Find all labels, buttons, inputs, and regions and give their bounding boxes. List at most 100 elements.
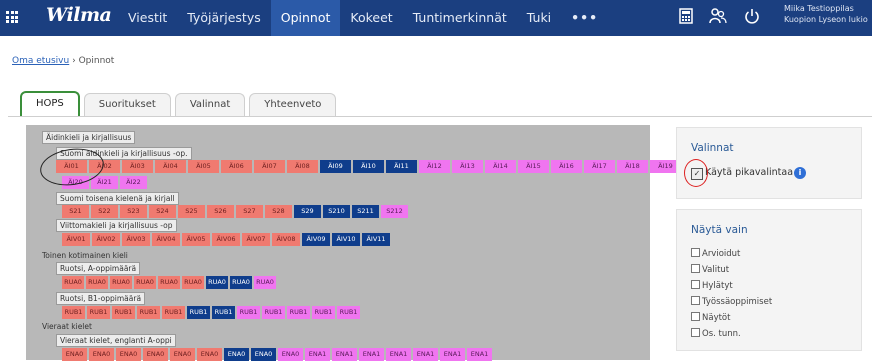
course-cell[interactable]: S21 [62,205,89,218]
course-cell[interactable]: ÄI06 [221,160,252,173]
course-cell[interactable]: RUB1 [187,306,210,319]
filter-checkbox[interactable] [691,312,700,321]
course-cell[interactable]: ÄI22 [120,176,147,189]
course-cell[interactable]: RUB1 [162,306,185,319]
course-cell[interactable]: RUB1 [87,306,110,319]
course-cell[interactable]: S211 [352,205,379,218]
course-cell[interactable]: ÄI14 [485,160,516,173]
nav-item-1[interactable]: Työjärjestys [177,0,271,36]
course-cell[interactable]: ÄI05 [188,160,219,173]
course-cell[interactable]: ÄI03 [122,160,153,173]
course-cell[interactable]: ÄIV11 [362,233,390,246]
course-cell[interactable]: S28 [265,205,292,218]
course-cell[interactable]: ÄI09 [320,160,351,173]
course-cell[interactable]: RUB1 [262,306,285,319]
course-cell[interactable]: ENA0 [170,348,195,361]
course-cell[interactable]: RUA0 [230,276,252,289]
app-grid-icon[interactable] [6,11,18,23]
nav-item-4[interactable]: Tuntimerkinnät [403,0,517,36]
course-cell[interactable]: ÄI15 [518,160,549,173]
course-cell[interactable]: ENA0 [251,348,276,361]
course-cell[interactable]: RUB1 [287,306,310,319]
course-cell[interactable]: RUA0 [182,276,204,289]
info-icon[interactable]: i [794,167,806,179]
course-cell[interactable]: S29 [294,205,321,218]
filter-option[interactable]: Valitut [691,264,729,275]
tab-0[interactable]: HOPS [20,91,80,117]
course-cell[interactable]: RUB1 [137,306,160,319]
course-cell[interactable]: ENA0 [197,348,222,361]
power-icon[interactable] [742,8,762,28]
course-cell[interactable]: RUA0 [110,276,132,289]
user-info[interactable]: Miika Testioppilas Kuopion Lyseon lukio [784,3,868,25]
filter-checkbox[interactable] [691,264,700,273]
tab-3[interactable]: Yhteenveto [249,93,337,116]
people-icon[interactable] [708,8,728,28]
course-cell[interactable]: ÄI11 [386,160,417,173]
course-cell[interactable]: ENA1 [440,348,465,361]
filter-option[interactable]: Os. tunn. [691,328,741,339]
course-cell[interactable]: S210 [323,205,350,218]
course-cell[interactable]: ÄIV08 [272,233,300,246]
filter-checkbox[interactable] [691,280,700,289]
course-cell[interactable]: RUB1 [312,306,335,319]
course-cell[interactable]: S25 [178,205,205,218]
course-cell[interactable]: ÄI18 [617,160,648,173]
course-cell[interactable]: S24 [149,205,176,218]
course-cell[interactable]: RUB1 [212,306,235,319]
course-cell[interactable]: S23 [120,205,147,218]
course-cell[interactable]: S22 [91,205,118,218]
course-cell[interactable]: S27 [236,205,263,218]
course-cell[interactable]: RUB1 [237,306,260,319]
course-cell[interactable]: ÄIV01 [62,233,90,246]
course-cell[interactable]: RUA0 [254,276,276,289]
course-cell[interactable]: ÄI21 [91,176,118,189]
course-cell[interactable]: ENA0 [224,348,249,361]
course-cell[interactable]: ENA1 [305,348,330,361]
course-cell[interactable]: RUA0 [86,276,108,289]
filter-option[interactable]: Näytöt [691,312,730,323]
nav-item-0[interactable]: Viestit [118,0,177,36]
filter-option[interactable]: Hylätyt [691,280,733,291]
course-cell[interactable]: ÄIV06 [212,233,240,246]
course-cell[interactable]: ENA0 [278,348,303,361]
course-cell[interactable]: ÄI13 [452,160,483,173]
course-cell[interactable]: RUB1 [112,306,135,319]
course-cell[interactable]: ÄI08 [287,160,318,173]
course-cell[interactable]: ENA0 [62,348,87,361]
nav-item-3[interactable]: Kokeet [340,0,402,36]
course-cell[interactable]: RUA0 [134,276,156,289]
filter-checkbox[interactable] [691,328,700,337]
course-cell[interactable]: ENA1 [332,348,357,361]
course-cell[interactable]: RUA0 [62,276,84,289]
course-cell[interactable]: S212 [381,205,408,218]
course-cell[interactable]: ENA1 [359,348,384,361]
wilma-logo[interactable]: Wilma [46,4,112,26]
tab-2[interactable]: Valinnat [174,93,246,116]
course-cell[interactable]: ÄI07 [254,160,285,173]
course-cell[interactable]: RUB1 [337,306,360,319]
course-cell[interactable]: ÄIV09 [302,233,330,246]
course-cell[interactable]: ÄI16 [551,160,582,173]
course-cell[interactable]: RUA0 [206,276,228,289]
course-cell[interactable]: ÄIV03 [122,233,150,246]
course-cell[interactable]: ENA0 [116,348,141,361]
filter-checkbox[interactable] [691,248,700,257]
filter-checkbox[interactable] [691,296,700,305]
filter-option[interactable]: Arvioidut [691,248,740,259]
breadcrumb-home-link[interactable]: Oma etusivu [12,56,69,66]
course-cell[interactable]: ÄI10 [353,160,384,173]
course-cell[interactable]: ENA1 [386,348,411,361]
quick-select-label[interactable]: Käytä pikavalintaa [705,167,793,178]
course-cell[interactable]: ENA1 [467,348,492,361]
course-cell[interactable]: RUB1 [62,306,85,319]
course-cell[interactable]: ÄIV07 [242,233,270,246]
course-cell[interactable]: ÄIV04 [152,233,180,246]
filter-option[interactable]: Työssäoppimiset [691,296,772,307]
tab-1[interactable]: Suoritukset [83,93,171,116]
nav-item-2[interactable]: Opinnot [270,0,341,36]
nav-item-6[interactable]: ••• [561,0,608,36]
course-cell[interactable]: ÄI04 [155,160,186,173]
course-cell[interactable]: ÄIV05 [182,233,210,246]
course-cell[interactable]: ENA1 [413,348,438,361]
